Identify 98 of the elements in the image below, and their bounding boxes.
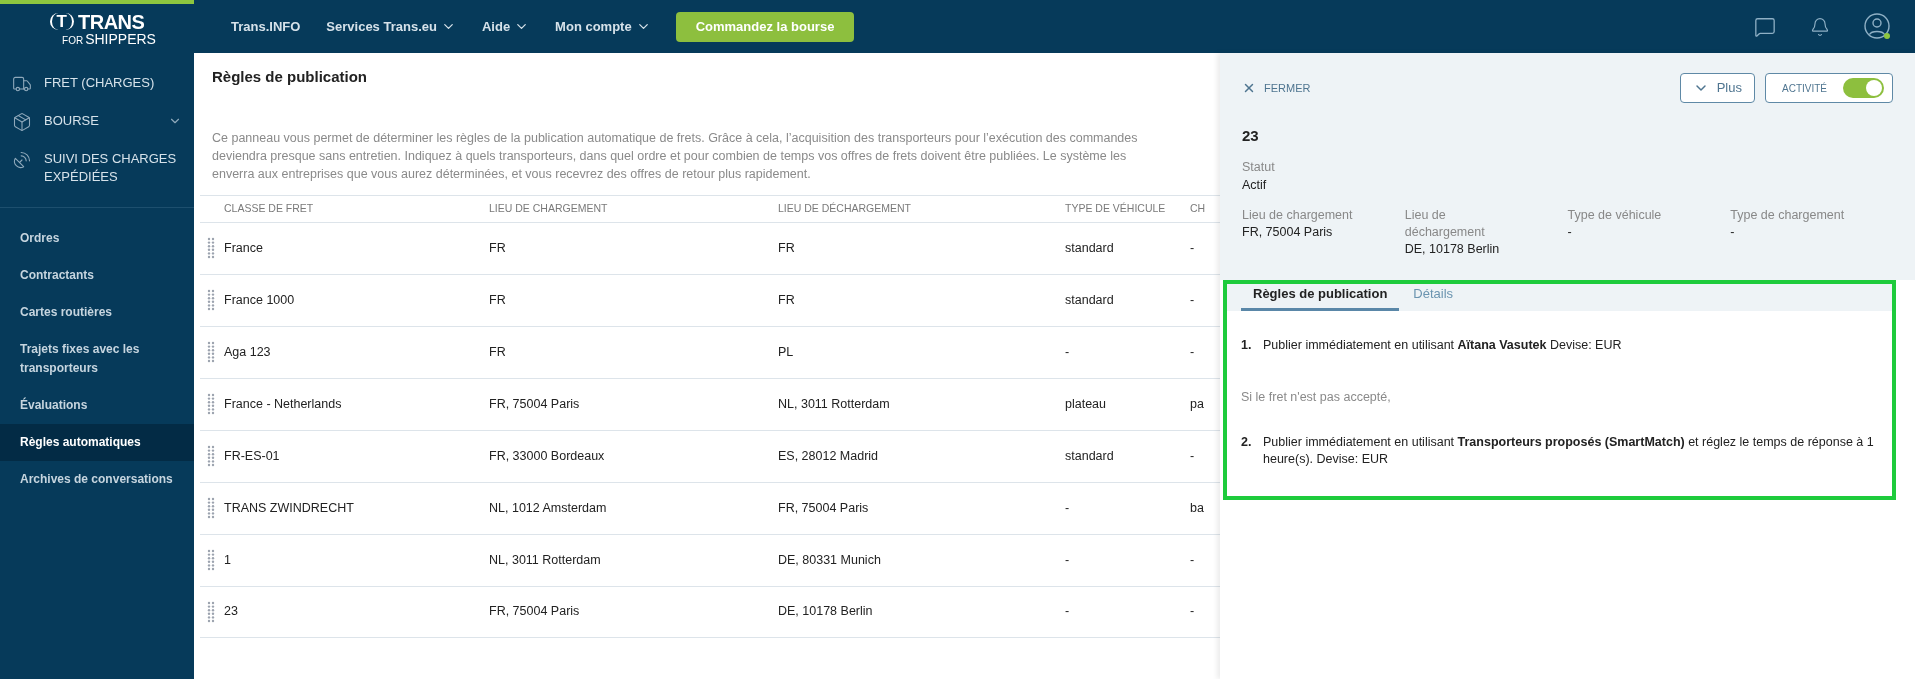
field-value: DE, 10178 Berlin [1404, 241, 1501, 258]
table-cell-text: - [1190, 239, 1196, 257]
table-cell-text: FR [489, 343, 507, 361]
table-cell-text: NL, 1012 Amsterdam [489, 499, 608, 517]
table-cell-text: FR [489, 291, 507, 309]
table-cell-text: FR [489, 239, 507, 257]
field-value: Actif [1242, 177, 1268, 195]
table-cell-text: standard [1065, 291, 1115, 309]
table-cell-text: FR [778, 291, 796, 309]
table-cell-text: - [1065, 343, 1071, 361]
user-avatar-icon[interactable] [1864, 13, 1891, 40]
rule-text: Publier immédiatement en utilisant Aïtana Vasutek Devise: EUR [1263, 336, 1622, 354]
sidebar-main-item[interactable]: FRET (CHARGES) [0, 65, 194, 103]
table-cell-text: - [1190, 447, 1196, 465]
nav-link[interactable]: Aide [468, 16, 543, 37]
field-label: Lieu de chargement [1242, 207, 1354, 224]
nav-link[interactable]: Mon compte [542, 16, 664, 37]
field-label: Statut [1242, 158, 1276, 176]
close-button[interactable]: FERMER [1242, 79, 1311, 97]
table-cell-text: France - Netherlands [224, 395, 343, 413]
page-description: Ce panneau vous permet de déterminer les règles de la publication automatique de frets. Grâce à cela, l’acquisition des transporteurs pour l’exécution des commandes deviendra presque sans entretien. Indiquez à quels transporteurs, dans quel ordre et pour combien de temps vos offres de frets doivent être publiées. Le système les enverra aux entreprises que vous aurez déterminées, et vous recevrez des offres de retour plus rapidement. [212, 129, 1139, 183]
drag-handle-icon[interactable] [207, 445, 215, 467]
logo-tagline: SHIPPERS [85, 31, 156, 46]
column-header: TYPE DE VÉHICULE [1065, 200, 1167, 216]
column-header: CH [1190, 200, 1207, 216]
table-cell-text: DE, 80331 Munich [778, 551, 882, 569]
sidebar-item[interactable]: Cartes routières [0, 294, 194, 331]
close-icon [1242, 81, 1256, 95]
table-cell-text: plateau [1065, 395, 1107, 413]
drag-handle-icon[interactable] [207, 549, 215, 571]
rule-number: 2. [1241, 434, 1253, 452]
table-cell-text: standard [1065, 447, 1115, 465]
rule-text: Publier immédiatement en utilisant Transporteurs proposés (SmartMatch) et réglez le temps de réponse à 1 heure(s). Devise: EUR [1263, 434, 1875, 469]
table-cell-text: pa [1190, 395, 1205, 413]
drag-handle-icon[interactable] [207, 289, 215, 311]
logo-text: TRANS [78, 11, 145, 32]
drag-handle-icon[interactable] [207, 497, 215, 519]
table-cell-text: standard [1065, 239, 1115, 257]
sidebar-item[interactable]: Archives de conversations [0, 461, 194, 498]
table-cell-text: - [1065, 603, 1071, 621]
table-cell-text: - [1190, 603, 1196, 621]
field-label: Lieu de déchargement [1404, 207, 1486, 241]
table-cell-text: Aga 123 [224, 343, 272, 361]
field-value: - [1730, 224, 1736, 241]
drag-handle-icon[interactable] [207, 341, 215, 363]
table-cell-text: NL, 3011 Rotterdam [778, 395, 891, 413]
more-button[interactable]: Plus [1679, 73, 1755, 103]
table-cell-text: France 1000 [224, 291, 296, 309]
table-cell-text: DE, 10178 Berlin [778, 603, 874, 621]
table-cell-text: - [1065, 499, 1071, 517]
table-cell-text: FR, 75004 Paris [489, 395, 581, 413]
chat-icon[interactable] [1754, 15, 1776, 38]
sidebar-item[interactable]: Ordres [0, 220, 194, 257]
logo-tagline-small: FOR [62, 35, 84, 46]
column-header: LIEU DE DÉCHARGEMENT [778, 200, 913, 216]
table-cell-text: - [1065, 551, 1071, 569]
table-cell-text: 23 [224, 603, 239, 621]
field-label: Type de véhicule [1567, 207, 1663, 224]
table-cell-text: TRANS ZWINDRECHT [224, 499, 355, 517]
sidebar-main-item[interactable]: SUIVI DES CHARGES EXPÉDIÉES [0, 141, 194, 195]
field-value: FR, 75004 Paris [1242, 224, 1334, 241]
sidebar-item[interactable]: Règles automatiques [0, 424, 194, 461]
table-cell-text: PL [778, 343, 795, 361]
record-title: 23 [1242, 126, 1260, 146]
nav-link[interactable]: Services Trans.eu [313, 16, 469, 37]
table-cell-text: - [1190, 551, 1196, 569]
sidebar-item[interactable]: Contractants [0, 257, 194, 294]
drag-handle-icon[interactable] [207, 600, 215, 623]
table-cell-text: ba [1190, 499, 1205, 517]
rule-number: 1. [1241, 336, 1253, 354]
sidebar-main-item[interactable]: BOURSE [0, 103, 194, 141]
column-header: LIEU DE CHARGEMENT [489, 200, 609, 216]
table-cell-text: France [224, 239, 264, 257]
table-cell-text: FR, 75004 Paris [489, 603, 581, 621]
table-cell-text: FR, 33000 Bordeaux [489, 447, 606, 465]
table-cell-text: FR [778, 239, 796, 257]
activity-toggle[interactable]: ACTIVITÉ [1765, 73, 1893, 103]
table-cell-text: FR, 75004 Paris [778, 499, 870, 517]
box-icon [12, 112, 32, 132]
table-cell-text: NL, 3011 Rotterdam [489, 551, 602, 569]
column-header: CLASSE DE FRET [224, 200, 315, 216]
table-cell-text: 1 [224, 551, 232, 569]
rule-note: Si le fret n'est pas accepté, [1241, 388, 1392, 406]
sidebar-item[interactable]: Évaluations [0, 387, 194, 424]
field-label: Type de chargement [1730, 207, 1846, 224]
field-value: - [1567, 224, 1573, 241]
notification-icon[interactable] [1810, 16, 1830, 37]
page-title: Règles de publication [212, 67, 369, 87]
drag-handle-icon[interactable] [207, 237, 215, 259]
nav-link[interactable]: Trans.INFO [218, 16, 314, 37]
table-cell-text: - [1190, 343, 1196, 361]
sidebar-item[interactable]: Trajets fixes avec les transporteurs [0, 331, 194, 387]
table-cell-text: FR-ES-01 [224, 447, 281, 465]
table-cell-text: ES, 28012 Madrid [778, 447, 880, 465]
logo-mark: T [49, 13, 74, 30]
drag-handle-icon[interactable] [207, 393, 215, 415]
satellite-dish-icon [12, 150, 32, 170]
table-cell-text: - [1190, 291, 1196, 309]
